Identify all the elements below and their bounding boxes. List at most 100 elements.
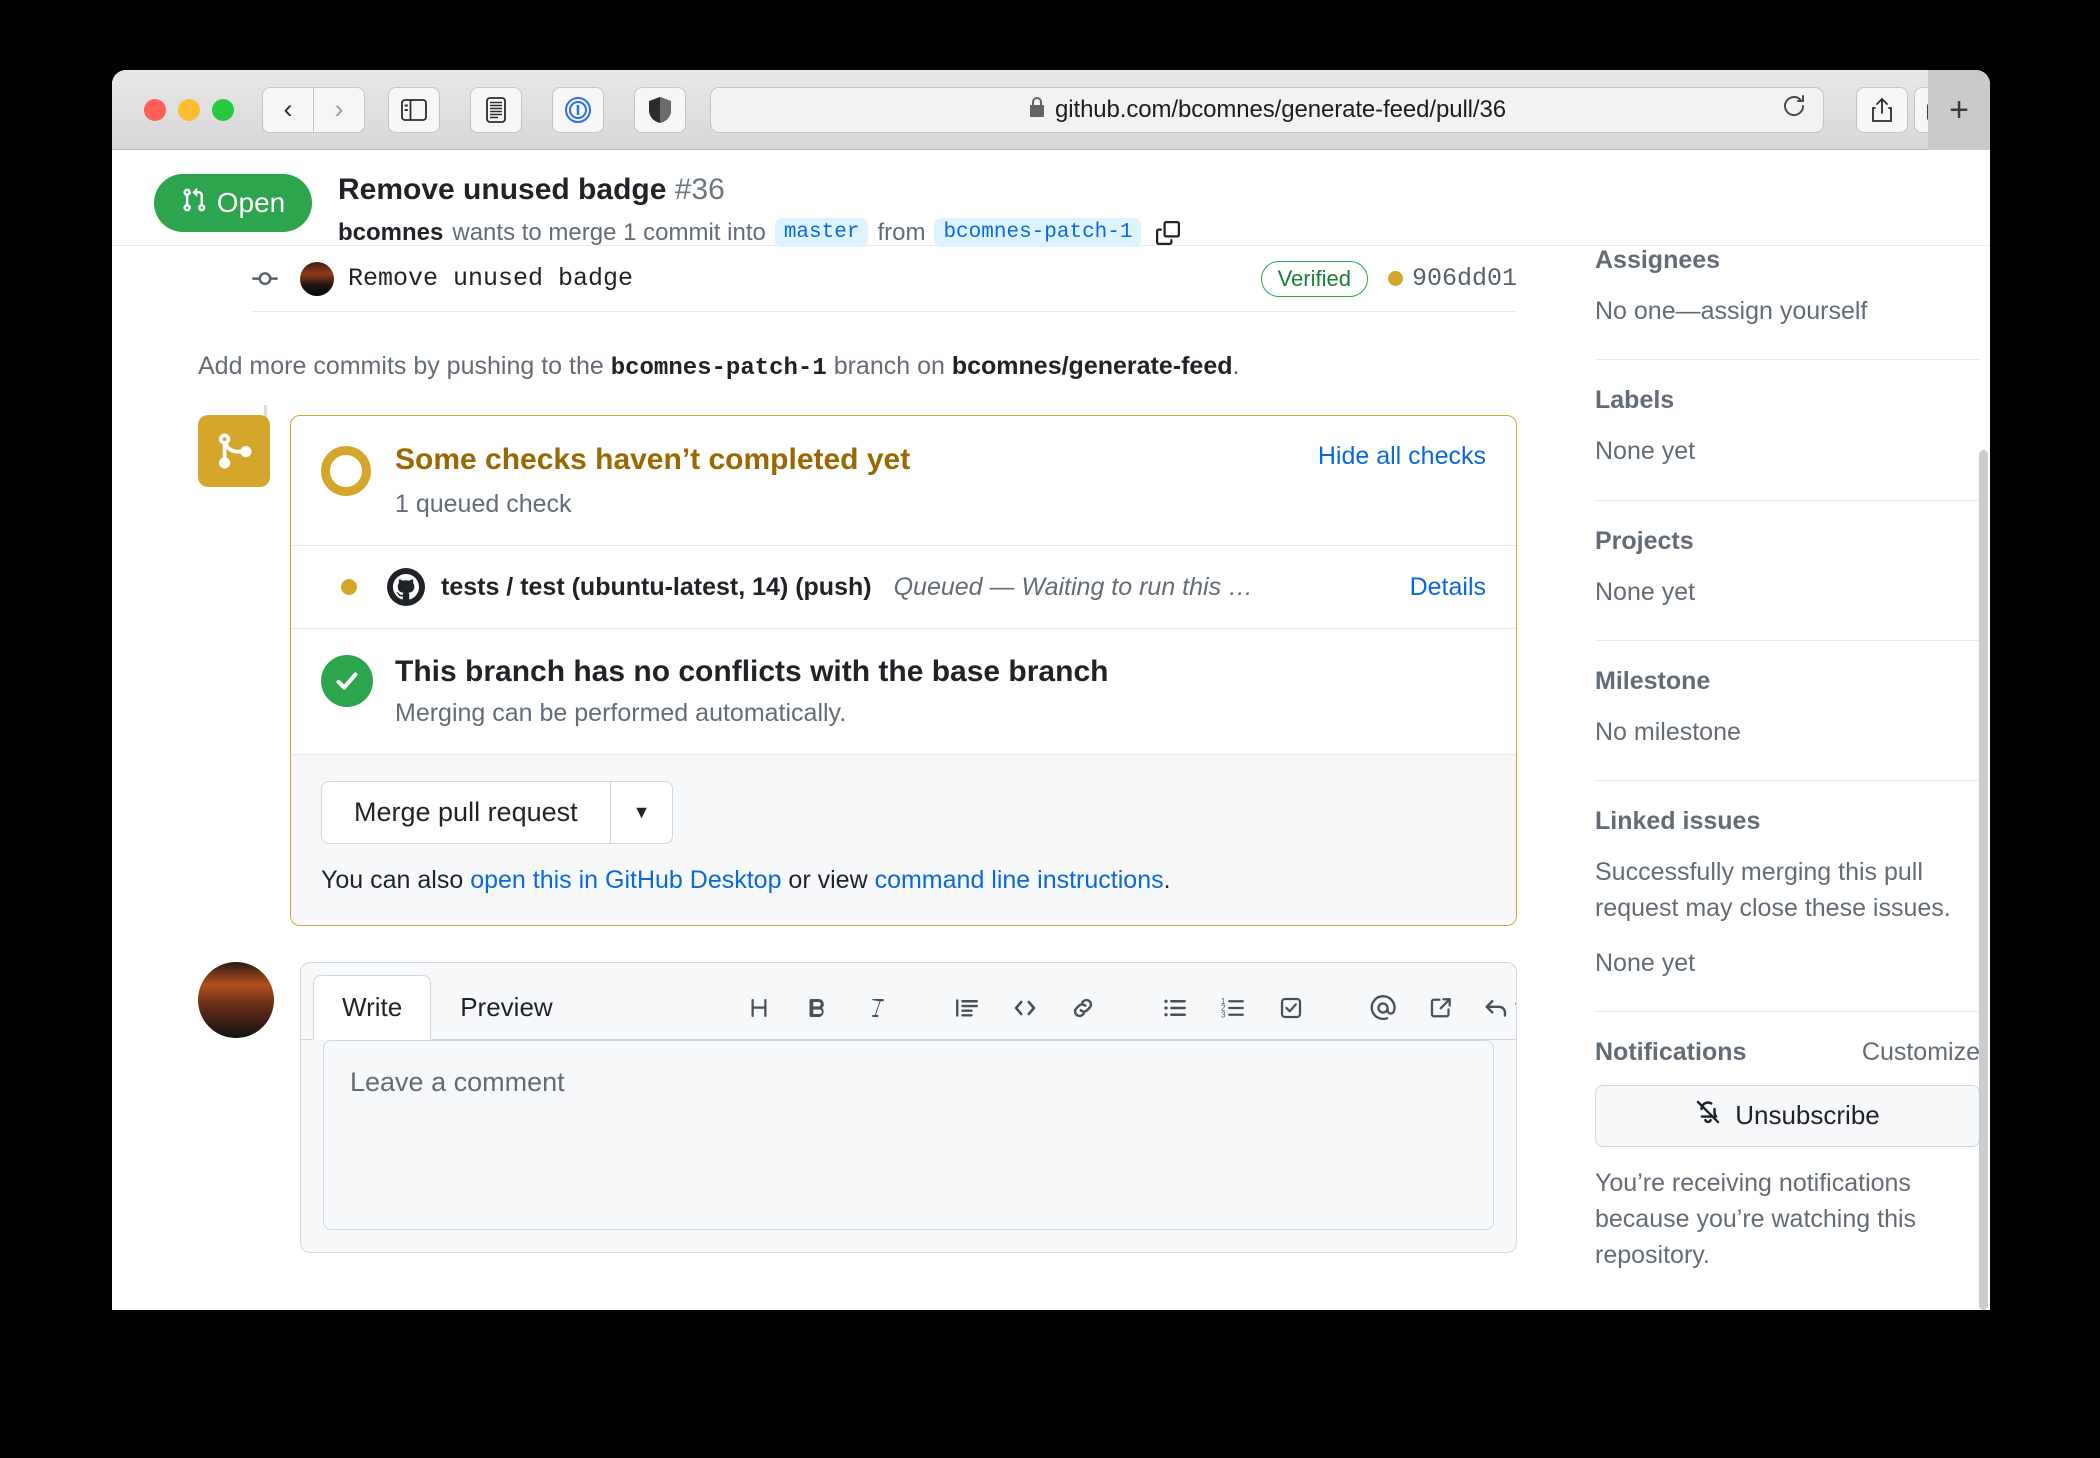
pr-author[interactable]: bcomnes [338,219,443,247]
bell-slash-icon [1695,1099,1721,1132]
add-commits-hint: Add more commits by pushing to the bcomn… [112,312,1557,382]
github-mark-icon [387,568,425,606]
link-icon[interactable] [1054,983,1112,1033]
add-commits-middle: branch on [833,352,945,380]
conflict-subtitle: Merging can be performed automatically. [395,699,847,727]
code-icon[interactable] [996,983,1054,1033]
sidebar-heading-notifications: Notifications Customize [1595,1038,1980,1067]
forward-arrow-icon[interactable]: › [313,86,365,133]
1password-icon[interactable] [552,86,604,133]
sidebar-body-assignees[interactable]: No one—assign yourself [1595,293,1980,329]
base-branch-chip[interactable]: master [774,218,869,247]
maximize-window-button[interactable] [212,98,234,121]
close-window-button[interactable] [144,98,166,121]
customize-notifications-link[interactable]: Customize [1862,1038,1980,1067]
unordered-list-icon[interactable] [1146,983,1204,1033]
merge-alternatives: You can also open this in GitHub Desktop… [321,866,1486,895]
pr-title-text: Remove unused badge [338,173,667,206]
checks-title: Some checks haven’t completed yet [395,443,911,476]
nav-buttons[interactable]: ‹ › [262,86,365,133]
head-branch-chip[interactable]: bcomnes-patch-1 [934,218,1142,247]
avatar[interactable] [198,962,274,1038]
task-list-icon[interactable] [1262,983,1320,1033]
merge-button-group[interactable]: Merge pull request ▼ [321,781,674,844]
mention-icon[interactable] [1354,983,1412,1033]
sidebar-heading-projects[interactable]: Projects [1595,527,1980,556]
privacy-shield-icon[interactable] [634,86,686,133]
share-icon[interactable] [1856,86,1908,133]
commits-list: Remove unused badge Verified 906dd01 [112,246,1557,312]
tab-preview[interactable]: Preview [431,975,581,1040]
commit-sha-text: 906dd01 [1411,264,1517,293]
github-desktop-link[interactable]: open this in GitHub Desktop [470,866,781,894]
check-run-status: Queued — Waiting to run this … [893,572,1254,601]
merge-status-icon [198,415,270,487]
page-body: Remove unused badge Verified 906dd01 Add… [112,246,1990,1310]
back-arrow-icon[interactable]: ‹ [262,86,314,133]
sidebar-body-labels: None yet [1595,437,1696,466]
chevron-down-icon[interactable]: ▼ [610,781,674,844]
window-controls[interactable] [144,98,234,121]
lock-icon [1028,96,1046,124]
sidebar-body-milestone: No milestone [1595,717,1741,746]
italic-icon[interactable] [846,983,904,1033]
quote-icon[interactable] [938,983,996,1033]
page-scrollbar[interactable] [1979,450,1988,1310]
comment-composer: Write Preview 1 2 3 Leave a comment [198,962,1517,1253]
url-text: github.com/bcomnes/generate-feed/pull/36 [1055,95,1506,123]
minimize-window-button[interactable] [178,98,200,121]
sidebar-linked-issues-description: Successfully merging this pull request m… [1595,858,1951,923]
comment-box: Write Preview 1 2 3 Leave a comment [300,962,1517,1253]
green-check-icon [321,655,373,707]
unsubscribe-button[interactable]: Unsubscribe [1595,1084,1980,1147]
heading-icon[interactable] [730,983,788,1033]
sidebar-section-linked-issues: Linked issues Successfully merging this … [1595,780,1980,1011]
address-bar[interactable]: github.com/bcomnes/generate-feed/pull/36 [710,86,1824,133]
pr-sidebar: Assignees No one—assign yourself Labels … [1557,246,1990,1310]
pr-title-block: Remove unused badge #36 bcomnes wants to… [338,172,1181,247]
hide-all-checks-link[interactable]: Hide all checks [1318,442,1486,471]
tab-write[interactable]: Write [313,975,432,1040]
conflict-status: This branch has no conflicts with the ba… [291,629,1516,755]
pending-ring-icon [321,446,371,496]
sidebar-section-labels: Labels None yet [1595,359,1980,499]
cross-reference-icon[interactable] [1412,983,1470,1033]
add-commits-repo: bcomnes/generate-feed [951,352,1233,380]
merge-pull-request-button[interactable]: Merge pull request [321,781,611,844]
command-line-instructions-link[interactable]: command line instructions [875,866,1164,894]
commit-row[interactable]: Remove unused badge Verified 906dd01 [252,246,1517,312]
reload-icon[interactable] [1781,93,1807,126]
status-badge: Open [154,174,312,232]
sidebar-heading-milestone[interactable]: Milestone [1595,667,1980,696]
sidebar-toggle-icon[interactable] [388,86,440,133]
check-run-name: tests / test (ubuntu-latest, 14) (push) [441,572,872,601]
pull-request-icon [181,187,207,220]
pr-merge-text-1: wants to merge 1 commit into [452,218,766,246]
comment-input-wrap: Leave a comment [301,1040,1516,1252]
copy-icon[interactable] [1156,220,1181,246]
ordered-list-icon[interactable]: 1 2 3 [1204,983,1262,1033]
verified-badge[interactable]: Verified [1260,260,1368,297]
svg-text:3: 3 [1221,1010,1225,1019]
comment-input[interactable]: Leave a comment [323,1040,1494,1230]
saved-reply-icon[interactable]: ▼ [1470,983,1516,1033]
reader-view-icon[interactable] [470,86,522,133]
sidebar-heading-linked-issues[interactable]: Linked issues [1595,807,1980,836]
bold-icon[interactable] [788,983,846,1033]
avatar [300,261,334,296]
browser-window: ‹ › github.com/bcomnes/generate-feed/pul… [112,70,1990,1310]
sidebar-body-projects: None yet [1595,577,1696,606]
sidebar-heading-labels[interactable]: Labels [1595,386,1980,415]
sidebar-body-linked-issues: None yet [1595,948,1696,977]
check-details-link[interactable]: Details [1410,573,1486,602]
sidebar-heading-assignees[interactable]: Assignees [1595,246,1980,275]
commit-meta: Verified 906dd01 [1260,260,1517,297]
new-tab-button[interactable]: + [1928,70,1990,150]
commit-node-icon [252,266,278,292]
pr-number: #36 [674,173,725,206]
commit-message[interactable]: Remove unused badge [348,264,633,293]
commit-sha[interactable]: 906dd01 [1387,264,1517,293]
also-middle: or view [781,866,875,894]
check-run-row[interactable]: tests / test (ubuntu-latest, 14) (push) … [291,546,1516,629]
sidebar-section-notifications: Notifications Customize Unsubscribe You’… [1595,1010,1980,1304]
